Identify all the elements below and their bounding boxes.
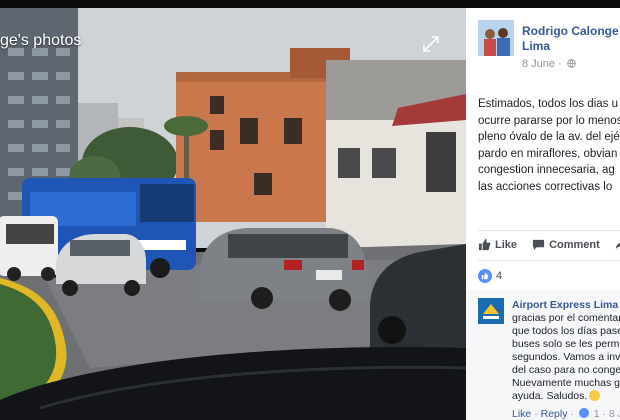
post-text-line: Estimados, todos los dias u: [478, 98, 618, 110]
comment-first-line: Airport Express Lima H: [512, 299, 620, 312]
meta-separator: ·: [558, 58, 562, 70]
viewer-title: ge's photos: [0, 32, 82, 49]
post-text-line: pardo en miraflores, obvian: [478, 147, 618, 160]
thumbs-up-icon: [478, 238, 491, 251]
post-meta: 8 June ·: [522, 58, 576, 70]
like-reaction-icon: [578, 408, 589, 418]
comment-like-count: 1: [593, 408, 600, 420]
comment-line: que todos los días pase: [512, 325, 620, 337]
comment-line: buses solo se les permit: [512, 338, 620, 350]
comment-date[interactable]: 8 J: [609, 408, 620, 420]
divider: [478, 230, 620, 231]
post-text-line: ocurre pararse por lo menos: [478, 114, 620, 127]
photo-viewer: ge's photos: [0, 8, 466, 420]
like-reaction-icon: [478, 269, 492, 283]
comment-actions: Like · Reply · 1 · 8 J: [512, 408, 620, 420]
post-text: Estimados, todos los dias u ocurre parar…: [478, 96, 620, 195]
post-author[interactable]: Rodrigo Calonge Lima: [522, 24, 620, 54]
post-panel: Rodrigo Calonge Lima 8 June · Estimados,…: [466, 8, 620, 420]
comment-button[interactable]: Comment: [532, 238, 600, 251]
comment-line: Nuevamente muchas gra: [512, 377, 620, 389]
comment-reply-link[interactable]: Reply: [541, 408, 568, 420]
reaction-summary[interactable]: 4: [478, 269, 502, 283]
post-actions: Like Comment: [478, 238, 620, 254]
comment-line: del caso para no conges: [512, 364, 620, 376]
post-text-line: congestion innecesaria, ag: [478, 164, 615, 176]
share-button[interactable]: [615, 238, 620, 251]
smile-emoji-icon: [589, 390, 601, 401]
comment-line: gracias por el comentari: [512, 312, 620, 324]
commenter-avatar[interactable]: [478, 298, 504, 324]
comment-line: ayuda. Saludos.: [512, 390, 588, 402]
comment-author[interactable]: Airport Express Lima: [512, 299, 618, 311]
comment-body: Airport Express Lima H gracias por el co…: [512, 299, 620, 403]
post-text-line: las acciones correctivas lo: [478, 180, 613, 193]
like-label: Like: [495, 238, 518, 251]
divider: [478, 260, 620, 261]
separator-dot: ·: [534, 408, 538, 420]
street-photo: [0, 8, 466, 420]
separator-dot: ·: [570, 408, 574, 420]
comment-line: segundos. Vamos a inve: [512, 351, 620, 363]
author-avatar[interactable]: [478, 20, 514, 56]
globe-icon: [567, 59, 576, 68]
reaction-count: 4: [496, 270, 503, 282]
comment-icon: [533, 239, 545, 251]
share-icon: [615, 242, 620, 250]
separator-dot: ·: [602, 408, 607, 420]
expand-icon[interactable]: [420, 33, 442, 55]
post-text-line: pleno óvalo de la av. del ejé: [478, 131, 620, 143]
like-button[interactable]: Like: [478, 238, 517, 251]
comment-like-link[interactable]: Like: [512, 408, 531, 420]
post-date[interactable]: 8 June: [522, 58, 555, 70]
comment-last-line: ayuda. Saludos.: [512, 390, 620, 403]
comment-label: Comment: [549, 238, 600, 251]
